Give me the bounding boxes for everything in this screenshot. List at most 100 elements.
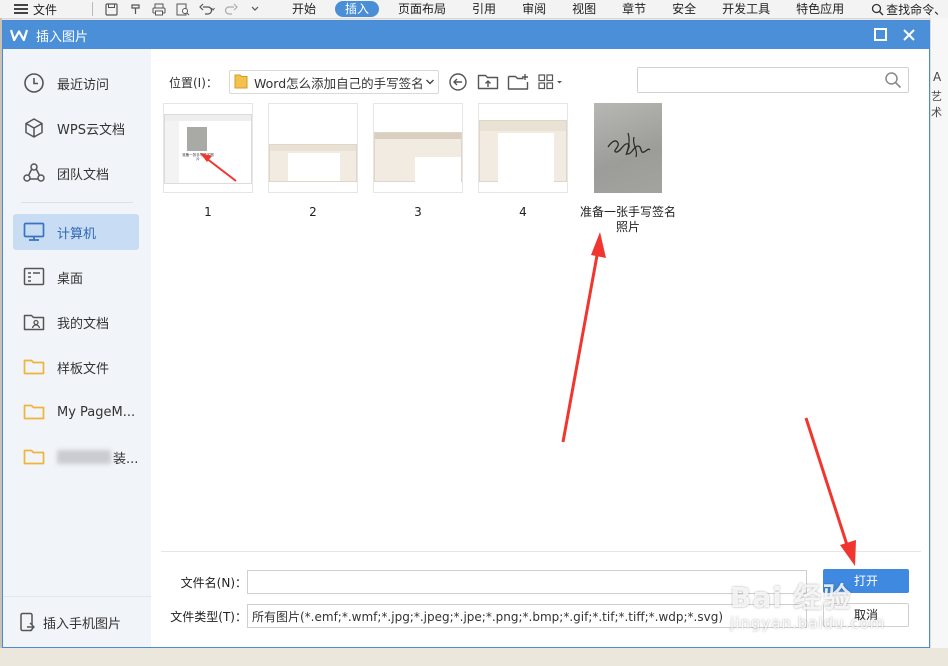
thumbnail-caption: 准备一张手写签名照片 [182, 153, 214, 161]
search-icon[interactable] [884, 71, 902, 92]
sidebar-item-team-docs[interactable]: 团队文档 [13, 155, 139, 191]
file-thumbnail [594, 103, 662, 193]
redo-icon[interactable] [219, 1, 243, 17]
app-ribbon: 文件 开始 插入 页面布局 引用 审阅 视图 章节 安全 开发工具 特色应用 查… [0, 0, 948, 19]
dialog-title: 插入图片 [36, 29, 89, 45]
sidebar-item-label: 团队文档 [57, 167, 110, 183]
tab-security[interactable]: 安全 [659, 0, 709, 18]
file-thumbnail: 准备一张手写签名照片 [163, 103, 253, 193]
maximize-button[interactable] [874, 28, 887, 41]
tab-insert[interactable]: 插入 [335, 1, 380, 17]
file-search-box [637, 67, 909, 93]
chevron-down-icon[interactable] [243, 1, 267, 17]
file-search-input[interactable] [642, 68, 882, 92]
sidebar-item-recent[interactable]: 最近访问 [13, 65, 139, 101]
document-side-panel: A 艺术 [930, 18, 948, 666]
folder-icon [234, 73, 248, 92]
tab-page-layout[interactable]: 页面布局 [385, 0, 459, 18]
close-button[interactable] [899, 25, 919, 45]
sidebar-item-label: 我的文档 [57, 316, 110, 332]
sidebar-item-label: 桌面 [57, 271, 84, 287]
sidebar-item-label: My PageM... [57, 404, 136, 420]
insert-from-phone-button[interactable]: 插入手机图片 [3, 596, 151, 647]
file-thumbnail [478, 103, 568, 193]
sidebar-item-my-documents[interactable]: 我的文档 [13, 304, 139, 340]
file-item-4[interactable]: 4 [468, 103, 578, 220]
file-item-3[interactable]: 3 [363, 103, 473, 220]
clock-icon [21, 70, 47, 96]
filetype-select[interactable]: 所有图片(*.emf;*.wmf;*.jpg;*.jpeg;*.jpe;*.pn… [247, 604, 807, 628]
command-search-label: 查找命令、 [886, 2, 947, 17]
desktop-icon [21, 264, 47, 290]
folder-icon [21, 399, 47, 425]
tab-review[interactable]: 审阅 [509, 0, 559, 18]
back-arrow-icon [449, 73, 467, 91]
my-documents-icon [21, 309, 47, 335]
watermark-brand: Bai 经验 [730, 581, 852, 614]
file-menu-button[interactable]: 文件 [0, 1, 86, 18]
tab-sections[interactable]: 章节 [609, 0, 659, 18]
view-mode-button[interactable] [537, 71, 565, 93]
file-item-1[interactable]: 准备一张手写签名照片 1 [153, 103, 263, 220]
folder-icon [21, 354, 47, 380]
location-dropdown[interactable]: Word怎么添加自己的手写签名 [229, 70, 439, 94]
monitor-icon [21, 219, 47, 245]
phone-upload-icon [19, 612, 37, 632]
filetype-row: 文件类型(T)： 所有图片(*.emf;*.wmf;*.jpg;*.jpeg;*… [161, 604, 807, 628]
hamburger-icon [14, 4, 28, 14]
dialog-titlebar: 插入图片 [3, 21, 929, 49]
print-preview-icon[interactable] [171, 1, 195, 17]
location-bar: 位置(I)： Word怎么添加自己的手写签名 [169, 69, 565, 95]
chevron-down-icon [422, 78, 438, 86]
file-item-2[interactable]: 2 [258, 103, 368, 220]
sidebar-item-label: 装... [113, 451, 139, 467]
tab-developer[interactable]: 开发工具 [709, 0, 783, 18]
sidebar-item-computer[interactable]: 计算机 [13, 214, 139, 250]
print-icon[interactable] [147, 1, 171, 17]
command-search[interactable]: 查找命令、 [871, 1, 946, 18]
file-name: 3 [414, 205, 422, 219]
filename-label: 文件名(N)： [180, 575, 247, 590]
sidebar-divider [21, 202, 133, 203]
location-label: 位置(I)： [169, 75, 218, 90]
folder-icon [21, 444, 47, 470]
filename-input[interactable] [247, 570, 807, 594]
tab-home[interactable]: 开始 [279, 0, 329, 18]
back-button[interactable] [447, 71, 469, 93]
file-name: 4 [519, 205, 527, 219]
grid-view-icon [538, 74, 562, 90]
new-folder-button[interactable] [507, 71, 529, 93]
location-sidebar: 最近访问 WPS云文档 团队文档 计算机 桌面 我的文档 样板文件 My Pag… [3, 49, 151, 647]
sidebar-item-label: WPS云文档 [57, 122, 125, 138]
file-name: 2 [309, 205, 317, 219]
navigation-toolbar [447, 71, 565, 93]
file-item-signature-photo[interactable]: 准备一张手写签名照片 [573, 103, 683, 235]
tab-view[interactable]: 视图 [559, 0, 609, 18]
sidebar-item-my-pagemaker[interactable]: My PageM... [13, 394, 139, 430]
filetype-label: 文件类型(T)： [170, 609, 247, 624]
baidu-jingyan-watermark: Bai 经验 jingyan.baidu.com [730, 576, 885, 632]
new-folder-icon [507, 74, 529, 90]
sidebar-item-blurred-folder[interactable]: 装... [13, 439, 139, 475]
sidebar-item-wps-cloud[interactable]: WPS云文档 [13, 110, 139, 146]
sidebar-item-label: 最近访问 [57, 77, 110, 93]
folder-up-icon [477, 74, 499, 90]
redacted-text [57, 450, 111, 464]
tab-special[interactable]: 特色应用 [783, 0, 857, 18]
parent-folder-button[interactable] [477, 71, 499, 93]
watermark-url: jingyan.baidu.com [730, 614, 886, 632]
undo-icon[interactable] [195, 1, 219, 17]
handwritten-signature-image [607, 132, 651, 158]
side-panel-text-art: 艺术 [931, 90, 942, 119]
sidebar-item-templates[interactable]: 样板文件 [13, 349, 139, 385]
format-painter-icon[interactable] [123, 1, 147, 17]
close-icon [903, 29, 915, 41]
location-value: Word怎么添加自己的手写签名 [254, 75, 422, 91]
save-icon[interactable] [99, 1, 123, 17]
tab-references[interactable]: 引用 [459, 0, 509, 18]
file-thumbnail [373, 103, 463, 193]
wps-logo-icon [10, 26, 28, 44]
insert-picture-dialog: 插入图片 最近访问 WPS云文档 团队文档 计算机 桌面 我的文档 样板文件 M… [2, 20, 930, 648]
sidebar-item-desktop[interactable]: 桌面 [13, 259, 139, 295]
team-icon [21, 160, 47, 186]
